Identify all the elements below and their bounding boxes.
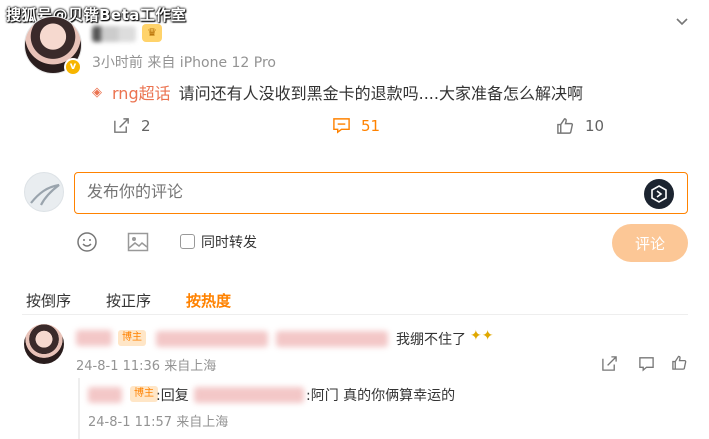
repost-checkbox[interactable] — [180, 234, 195, 249]
like-count: 10 — [585, 116, 605, 135]
my-avatar — [24, 172, 64, 212]
commenter-name-blurred[interactable] — [76, 330, 112, 346]
comment-input[interactable] — [74, 172, 688, 214]
reply-meta: 24-8-1 11:57 来自上海 — [88, 415, 229, 430]
sort-tab-forward[interactable]: 按正序 — [106, 290, 151, 311]
comment-text: 我绷不住了 — [396, 332, 466, 348]
author-badge: 博主 — [130, 386, 158, 402]
sort-tab-hot[interactable]: 按热度 — [186, 290, 231, 311]
thumbs-up-icon[interactable] — [671, 354, 688, 371]
comment-button[interactable]: 51 — [332, 116, 380, 135]
chevron-down-icon[interactable] — [675, 14, 689, 28]
repost-icon — [114, 118, 129, 133]
thumbs-up-icon — [557, 118, 574, 134]
divider — [22, 314, 688, 315]
comment-icon — [333, 118, 350, 134]
watermark-text: 搜狐号@贝锴Beta工作室 — [6, 6, 187, 24]
repost-checkbox-label: 同时转发 — [201, 235, 257, 251]
commenter-avatar[interactable] — [24, 324, 64, 364]
comment-meta: 24-8-1 11:36 来自上海 — [76, 359, 217, 374]
reply-target-blurred[interactable] — [194, 387, 304, 403]
sort-tab-reverse[interactable]: 按倒序 — [26, 290, 71, 311]
submit-comment-button[interactable]: 评论 — [612, 224, 688, 262]
emoji-icon[interactable] — [76, 231, 98, 253]
post-content: ◈ rng超话 请问还有人没收到黑金卡的退款吗....大家准备怎么解决啊 — [92, 80, 583, 104]
avatar-placeholder-icon — [30, 183, 60, 206]
supertopic-icon: ◈ — [92, 85, 102, 100]
emoji-sticker-icon: ✦✦ — [470, 328, 494, 344]
image-icon[interactable] — [127, 232, 149, 252]
comment-text-blurred — [276, 331, 388, 347]
verified-badge-icon: v — [64, 58, 82, 76]
reply-thread-line — [78, 378, 80, 439]
author-name-blurred[interactable] — [92, 26, 136, 42]
assistant-logo-icon[interactable] — [644, 179, 674, 209]
comment-icon[interactable] — [638, 355, 655, 372]
repost-count: 2 — [141, 116, 151, 135]
share-icon[interactable] — [601, 355, 618, 372]
repost-button[interactable]: 2 — [112, 116, 151, 135]
like-button[interactable]: 10 — [556, 116, 604, 135]
vip-icon: ♛ — [142, 24, 162, 42]
author-badge: 博主 — [118, 330, 146, 346]
reply-prefix: :回复 — [156, 388, 189, 404]
post-meta: 3小时前 来自 iPhone 12 Pro — [92, 55, 276, 71]
replier-name-blurred[interactable] — [88, 387, 122, 403]
comment-text-blurred — [156, 331, 268, 347]
comment-count: 51 — [361, 116, 381, 135]
reply-text: :阿门 真的你俩算幸运的 — [306, 388, 456, 404]
post-text: 请问还有人没收到黑金卡的退款吗....大家准备怎么解决啊 — [178, 84, 583, 103]
topic-link[interactable]: rng超话 — [112, 80, 171, 104]
